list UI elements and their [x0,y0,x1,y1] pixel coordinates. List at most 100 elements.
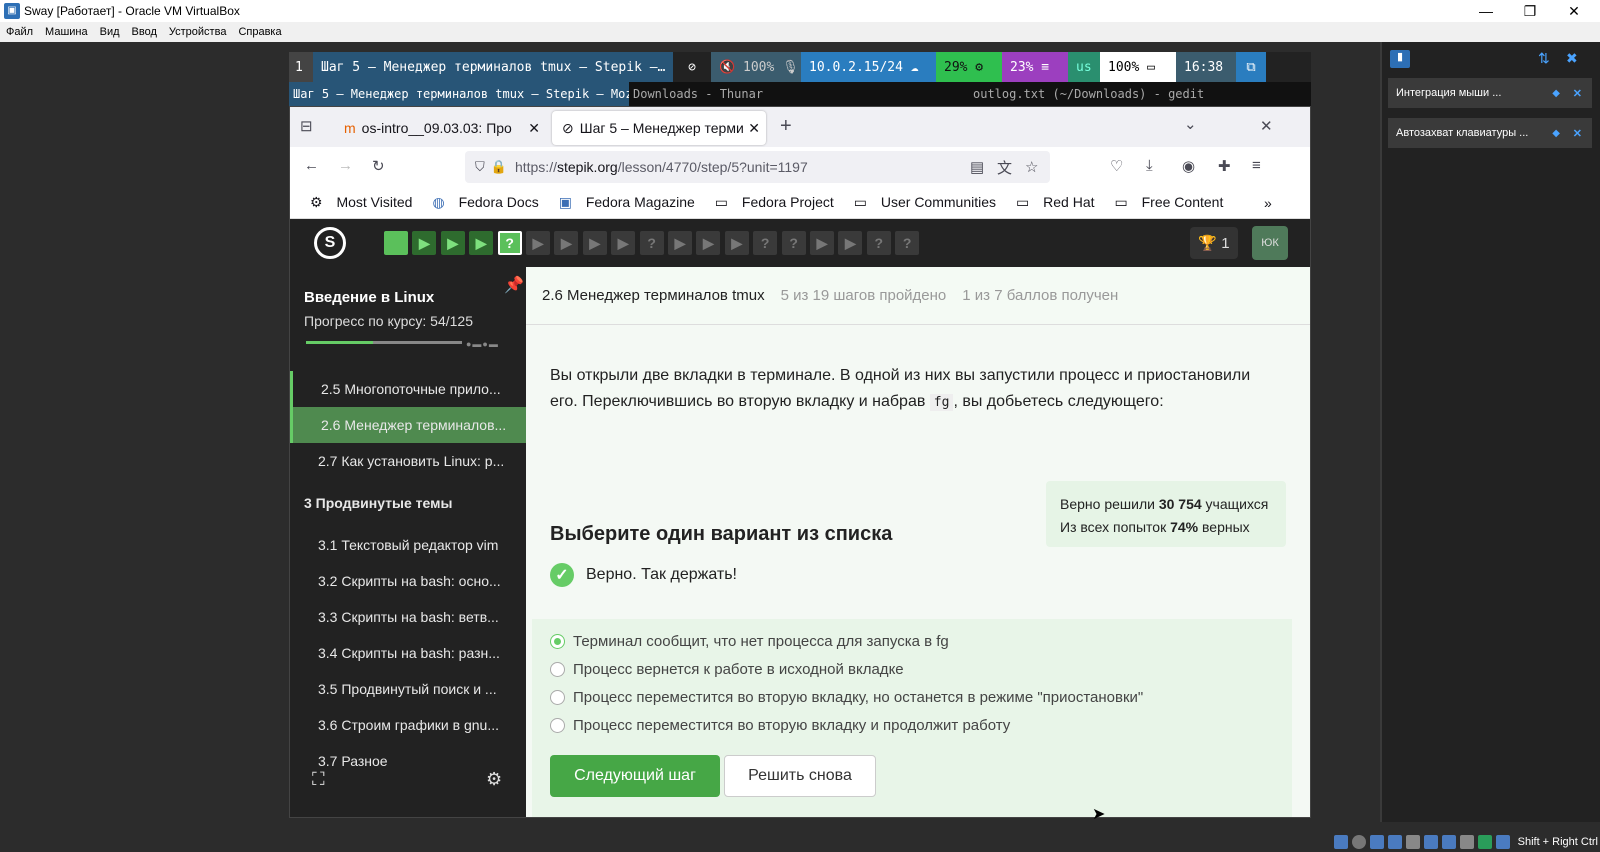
sway-tab-firefox[interactable]: Шаг 5 – Менеджер терминалов tmux – Stepi… [289,82,629,106]
sidebar-item[interactable]: 3.5 Продвинутый поиск и ... [290,671,526,707]
extensions-icon[interactable]: ✚ [1218,157,1231,175]
tab-overview-icon[interactable]: ⊟ [300,117,313,135]
sidebar-item[interactable]: 2.6 Менеджер терминалов... [290,407,526,443]
option-3[interactable]: Процесс переместится во вторую вкладку, … [550,689,1143,706]
next-step-button[interactable]: Следующий шаг [550,755,720,797]
bookmark-user-communities[interactable]: ▭ User Communities [844,194,996,211]
radio-icon[interactable] [550,662,565,677]
restore-icon[interactable]: ❐ [1508,0,1552,22]
close-icon[interactable]: ✕ [1552,0,1596,22]
step-quiz-current[interactable]: ? [497,231,522,255]
delete-all-icon[interactable]: ✖ [1566,50,1578,67]
avatar[interactable]: ЮК [1252,226,1288,260]
menu-file[interactable]: Файл [0,26,39,38]
recording-icon[interactable] [1459,835,1474,849]
menu-view[interactable]: Вид [94,26,126,38]
sidebar-item[interactable]: 3.3 Скрипты на bash: ветв... [290,599,526,635]
sidebar-item[interactable]: 2.7 Как установить Linux: р... [290,443,526,479]
retry-button[interactable]: Решить снова [724,755,876,797]
radio-icon[interactable] [550,690,565,705]
hdd-icon[interactable] [1333,835,1348,849]
menu-icon[interactable]: ≡ [1252,157,1261,174]
url-bar[interactable]: ⛉ 🔒 https://stepik.org/lesson/4770/step/… [465,151,1050,183]
close-tab-icon[interactable]: ✕ [528,120,540,137]
step-quiz[interactable]: ? [639,231,664,255]
lesson-title[interactable]: 2.6 Менеджер терминалов tmux [542,287,765,304]
radio-icon[interactable] [550,718,565,733]
tab-os-intro[interactable]: m os-intro__09.03.03: Про ✕ [334,111,546,145]
pin-icon[interactable]: ◆ [1552,88,1560,99]
step-done[interactable] [384,231,408,255]
downloads-icon[interactable]: ⤓ [1146,157,1153,174]
menu-machine[interactable]: Машина [39,26,94,38]
keyboard-layout[interactable]: us [1068,52,1100,82]
shield-icon[interactable]: ⛉ [475,159,485,175]
minimize-icon[interactable]: — [1464,0,1508,22]
menu-input[interactable]: Ввод [126,26,163,38]
sidebar-item[interactable]: 3.1 Текстовый редактор vim [290,527,526,563]
step-video[interactable]: ▶ [810,231,834,255]
option-4[interactable]: Процесс переместится во вторую вкладку и… [550,717,1010,734]
reload-icon[interactable]: ↻ [372,157,385,175]
step-video[interactable]: ▶ [582,231,607,255]
gear-icon[interactable]: ⚙ [486,769,502,790]
bookmark-red-hat[interactable]: ▭ Red Hat [1006,194,1094,211]
bookmark-fedora-project[interactable]: ▭ Fedora Project [705,194,834,211]
step-video[interactable]: ▶ [611,231,636,255]
tab-stepik[interactable]: ⊘ Шаг 5 – Менеджер терми ✕ [552,111,766,145]
more-bookmarks-icon[interactable]: » [1264,195,1272,211]
pin-icon[interactable]: ◆ [1552,128,1560,139]
new-tab-icon[interactable]: + [780,115,792,138]
back-icon[interactable]: ← [304,157,319,174]
pocket-icon[interactable]: ♡ [1110,157,1123,175]
bookmark-free-content[interactable]: ▭ Free Content [1105,194,1224,211]
option-2[interactable]: Процесс вернется к работе в исходной вкл… [550,661,904,678]
step-quiz[interactable]: ? [895,231,920,255]
stepik-logo-icon[interactable]: S [314,227,346,259]
usb-icon[interactable] [1405,835,1420,849]
sidebar-item[interactable]: 2.5 Многопоточные прило... [290,371,526,407]
pin-icon[interactable]: 📌 [504,275,524,295]
notification-mouse-integration[interactable]: Интеграция мыши ... ◆ ✕ [1388,78,1592,108]
bookmark-most-visited[interactable]: ⚙ Most Visited [300,194,412,211]
sway-tab-gedit[interactable]: outlog.txt (~/Downloads) - gedit [969,82,1309,106]
fullscreen-icon[interactable]: ⛶ [312,769,325,790]
step-video[interactable]: ▶ [696,231,721,255]
lock-icon[interactable]: 🔒 [491,159,507,175]
menu-devices[interactable]: Устройства [163,26,233,38]
radio-selected-icon[interactable] [550,634,565,649]
sidebar-item[interactable]: 3.6 Строим графики в gnu... [290,707,526,743]
sidebar-item[interactable]: 3.2 Скрипты на bash: осно... [290,563,526,599]
step-video[interactable]: ▶ [724,231,749,255]
sway-tab-thunar[interactable]: Downloads - Thunar [629,82,969,106]
sidebar-item[interactable]: 3.4 Скрипты на bash: разн... [290,635,526,671]
step-quiz[interactable]: ? [781,231,806,255]
sidebar-item[interactable]: 3 Продвинутые темы [290,485,526,521]
volume-indicator[interactable]: 🔇 100% 🎙 [711,52,801,82]
forward-icon[interactable]: → [338,157,353,174]
step-video[interactable]: ▶ [412,231,437,255]
optical-drive-icon[interactable] [1351,835,1366,849]
close-window-icon[interactable]: ✕ [1260,117,1273,135]
step-video[interactable]: ▶ [554,231,579,255]
list-tabs-icon[interactable]: ⌄ [1184,115,1197,133]
network-icon[interactable] [1387,835,1402,849]
course-title[interactable]: Введение в Linux [304,289,434,306]
step-video[interactable]: ▶ [526,231,550,255]
shared-folders-icon[interactable] [1423,835,1438,849]
step-quiz[interactable]: ? [753,231,778,255]
step-video[interactable]: ▶ [469,231,494,255]
step-video[interactable]: ▶ [838,231,863,255]
sort-icon[interactable]: ⇅ [1538,50,1550,67]
windows-icon[interactable]: ⧉ [1236,52,1266,82]
bookmark-fedora-docs[interactable]: ◍ Fedora Docs [422,194,538,211]
notifications-button[interactable]: 🏆 1 [1190,227,1238,259]
display-icon[interactable] [1441,835,1456,849]
workspace-indicator[interactable]: 1 [289,52,313,82]
notification-keyboard-capture[interactable]: Автозахват клавиатуры ... ◆ ✕ [1388,118,1592,148]
option-1[interactable]: Терминал сообщит, что нет процесса для з… [550,633,949,650]
audio-icon[interactable] [1369,835,1384,849]
cpu-icon[interactable] [1477,835,1492,849]
close-tab-icon[interactable]: ✕ [748,120,760,137]
menu-help[interactable]: Справка [232,26,287,38]
